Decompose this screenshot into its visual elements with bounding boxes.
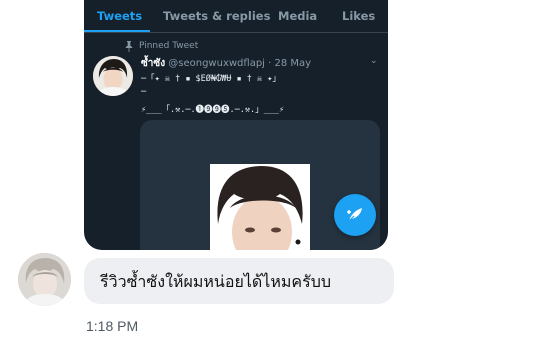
active-tab-indicator [84, 30, 150, 32]
tweet-photo [210, 164, 310, 250]
tweet-text-line-2: ─ [141, 87, 147, 97]
sender-avatar[interactable] [18, 253, 71, 306]
tweet-time: · 28 May [268, 58, 312, 69]
tab-tweets-and-replies: Tweets & replies [163, 9, 271, 23]
pin-icon [125, 41, 133, 52]
tweet-text-line-1: ─「✦ ☠ † ▪ $ЕØ₦₲₩Ʉ ▪ † ☠ ✦」 [141, 74, 281, 84]
tweet-author-handle: @seongwuxwdflapj [168, 58, 265, 69]
tweet-text-line-3: ⚡___「.⚒.─.❶❾❾❺.─.⚒.」___⚡ [141, 105, 285, 115]
pinned-tweet-label: Pinned Tweet [139, 41, 199, 51]
chevron-down-icon: ⌄ [370, 56, 378, 66]
message-text: รีวิวซ้ำซังให้ผมหน่อยได้ไหมครับบ [100, 272, 332, 291]
tab-tweets: Tweets [97, 9, 143, 23]
message-timestamp: 1:18 PM [86, 318, 139, 334]
compose-tweet-button [334, 194, 376, 236]
tweet-author-name: ซ้ำซัง [141, 58, 166, 69]
tab-media: Media [278, 9, 318, 23]
tweet-author-line: ซ้ำซัง @seongwuxwdflapj · 28 May [141, 56, 311, 71]
tweet-author-avatar [93, 56, 133, 96]
profile-tabs: Tweets Tweets & replies Media Likes [84, 0, 388, 33]
tab-likes: Likes [342, 9, 376, 23]
compose-tweet-icon [347, 208, 362, 223]
message-bubble[interactable]: รีวิวซ้ำซังให้ผมหน่อยได้ไหมครับบ [84, 258, 394, 304]
tweet-screenshot-image[interactable]: Tweets Tweets & replies Media Likes Pinn… [84, 0, 388, 250]
